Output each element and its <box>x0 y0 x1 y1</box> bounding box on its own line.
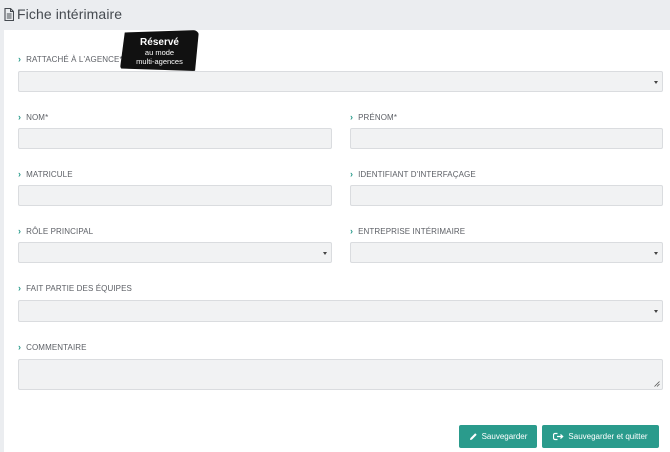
pencil-icon <box>469 433 477 440</box>
chevron-right-icon: › <box>18 54 22 64</box>
page-title: Fiche intérimaire <box>17 6 123 22</box>
employee-id-label-text: MATRICULE <box>26 170 73 179</box>
teams-label-text: FAIT PARTIE DES ÉQUIPES <box>26 284 132 293</box>
chevron-right-icon: › <box>18 112 22 122</box>
agency-label-text: RATTACHÉ À L'AGENCE* <box>26 55 123 64</box>
interface-id-label: › IDENTIFIANT D'INTERFAÇAGE <box>350 169 476 180</box>
teams-label: › FAIT PARTIE DES ÉQUIPES <box>18 283 132 294</box>
chevron-right-icon: › <box>18 226 22 236</box>
agency-select[interactable] <box>18 71 663 92</box>
save-and-quit-button[interactable]: Sauvegarder et quitter <box>542 425 659 448</box>
chevron-right-icon: › <box>350 226 354 236</box>
page-header: Fiche intérimaire <box>0 0 670 28</box>
chevron-right-icon: › <box>18 169 22 179</box>
comment-label: › COMMENTAIRE <box>18 342 87 353</box>
agency-company-label: › ENTREPRISE INTÉRIMAIRE <box>350 226 466 237</box>
agency-label: › RATTACHÉ À L'AGENCE* <box>18 54 123 65</box>
employee-id-label: › MATRICULE <box>18 169 73 180</box>
last-name-label-text: NOM* <box>26 113 49 122</box>
document-icon <box>4 7 14 21</box>
main-role-label-text: RÔLE PRINCIPAL <box>26 227 94 236</box>
main-role-select[interactable] <box>18 242 332 263</box>
badge-title: Réservé <box>140 37 179 48</box>
employee-id-input[interactable] <box>18 185 332 206</box>
comment-label-text: COMMENTAIRE <box>26 343 87 352</box>
badge-line-3: multi-agences <box>136 57 183 66</box>
interface-id-input[interactable] <box>350 185 663 206</box>
first-name-input[interactable] <box>350 128 663 149</box>
chevron-right-icon: › <box>18 283 22 293</box>
multi-agency-badge: Réservé au mode multi-agences <box>120 30 199 71</box>
badge-line-2: au mode <box>144 48 175 57</box>
chevron-right-icon: › <box>350 112 354 122</box>
chevron-right-icon: › <box>18 342 22 352</box>
save-button-label: Sauvegarder <box>481 432 528 441</box>
exit-link-icon <box>553 432 564 441</box>
comment-textarea[interactable] <box>18 359 663 390</box>
first-name-label-text: PRÉNOM* <box>358 113 398 122</box>
save-and-quit-button-label: Sauvegarder et quitter <box>568 432 648 441</box>
interface-id-label-text: IDENTIFIANT D'INTERFAÇAGE <box>358 170 476 179</box>
last-name-label: › NOM* <box>18 112 49 123</box>
chevron-right-icon: › <box>350 169 354 179</box>
agency-company-select[interactable] <box>350 242 663 263</box>
teams-select[interactable] <box>18 300 663 322</box>
agency-company-label-text: ENTREPRISE INTÉRIMAIRE <box>358 227 466 236</box>
main-role-label: › RÔLE PRINCIPAL <box>18 226 94 237</box>
last-name-input[interactable] <box>18 128 332 149</box>
resize-grip-icon[interactable] <box>654 381 660 387</box>
save-button[interactable]: Sauvegarder <box>459 425 537 448</box>
first-name-label: › PRÉNOM* <box>350 112 398 123</box>
